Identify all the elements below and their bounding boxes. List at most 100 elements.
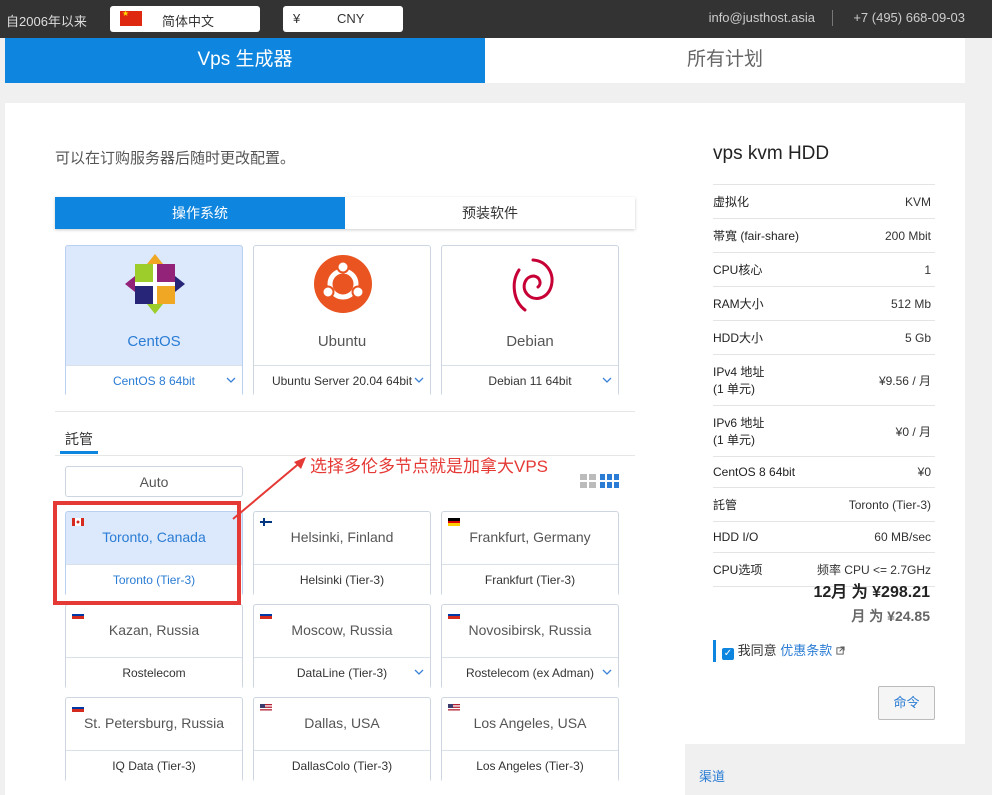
location-datacenter: IQ Data (Tier-3) [66, 750, 242, 782]
agree-label: 我同意 [737, 643, 777, 658]
russia-flag-icon [72, 611, 84, 619]
ubuntu-logo-icon [314, 255, 372, 313]
tab-os[interactable]: 操作系统 [55, 197, 345, 229]
config-panel: 可以在订购服务器后随时更改配置。 操作系统 预装软件 CentOS CentOS… [5, 103, 685, 795]
since-text: 自2006年以来 [6, 14, 87, 29]
germany-flag-icon [448, 518, 460, 526]
spec-key: CPU核心 [713, 263, 763, 277]
spec-row: HDD I/O 60 MB/sec [713, 522, 935, 553]
agree-checkbox[interactable]: ✓ [722, 648, 734, 660]
russia-flag-icon [72, 704, 84, 712]
spec-row: 虚拟化 KVM [713, 185, 935, 219]
spec-table: 虚拟化 KVM 帯寬 (fair-share) 200 Mbit CPU核心 1 RA… [713, 184, 935, 587]
auto-location-button[interactable]: Auto [65, 466, 243, 497]
spec-key: CentOS 8 64bit [713, 465, 796, 479]
os-name: CentOS [127, 333, 181, 350]
config-hint: 可以在订购服务器后随时更改配置。 [55, 150, 296, 167]
annotation-text: 选择多伦多节点就是加拿大VPS [310, 457, 549, 476]
os-version-select[interactable]: CentOS 8 64bit [66, 365, 242, 396]
currency-label: CNY [337, 11, 365, 26]
location-city: Dallas, USA [304, 715, 380, 731]
location-datacenter: DallasColo (Tier-3) [254, 750, 430, 782]
location-card-kazan[interactable]: Kazan, Russia Rostelecom [65, 604, 243, 689]
spec-value: 5 Gb [904, 330, 931, 345]
plan-title: vps kvm HDD [713, 143, 830, 164]
os-card-ubuntu[interactable]: Ubuntu Ubuntu Server 20.04 64bit [253, 245, 431, 396]
spec-key-line: (1 单元) [713, 382, 756, 396]
centos-logo-icon [125, 254, 185, 314]
os-version-select[interactable]: Ubuntu Server 20.04 64bit [254, 365, 430, 396]
top-bar: 自2006年以来 简体中文 ¥ CNY info@justhost.asia +… [0, 0, 992, 38]
russia-flag-icon [260, 611, 272, 619]
total-price: 12月 为 ¥298.21 [813, 584, 930, 601]
spec-value: 512 Mb [890, 296, 931, 311]
grid-view-icon[interactable] [580, 473, 620, 489]
location-card-novosibirsk[interactable]: Novosibirsk, Russia Rostelecom (ex Adman… [441, 604, 619, 689]
spec-row: 託管 Toronto (Tier-3) [713, 488, 935, 522]
tab-all-plans[interactable]: 所有计划 [485, 38, 965, 83]
os-name: Ubuntu [317, 333, 367, 350]
hosting-tab-underline [60, 451, 98, 454]
os-name: Debian [506, 333, 554, 350]
location-datacenter: Frankfurt (Tier-3) [442, 564, 618, 596]
os-version-label: Debian 11 64bit [488, 374, 572, 388]
location-city: Moscow, Russia [291, 622, 393, 638]
chevron-down-icon [414, 377, 424, 383]
spec-value: ¥0 / 月 [895, 424, 931, 439]
divider [832, 10, 833, 26]
location-datacenter: DataLine (Tier-3) [296, 666, 388, 680]
location-card-los-angeles[interactable]: Los Angeles, USA Los Angeles (Tier-3) [441, 697, 619, 782]
email-link[interactable]: info@justhost.asia [709, 10, 815, 25]
external-link-icon [836, 646, 845, 655]
location-card-helsinki[interactable]: Helsinki, Finland Helsinki (Tier-3) [253, 511, 431, 596]
location-card-frankfurt[interactable]: Frankfurt, Germany Frankfurt (Tier-3) [441, 511, 619, 596]
os-card-debian[interactable]: Debian Debian 11 64bit [441, 245, 619, 396]
location-city: St. Petersburg, Russia [83, 715, 225, 731]
os-version-label: CentOS 8 64bit [112, 374, 196, 388]
terms-agreement: ✓ 我同意 优惠条款 [713, 640, 845, 662]
hosting-tab[interactable]: 託管 [65, 429, 93, 449]
tab-software[interactable]: 预装软件 [345, 197, 635, 229]
os-version-select[interactable]: Debian 11 64bit [442, 365, 618, 396]
spec-row: IPv4 地址 (1 单元) ¥9.56 / 月 [713, 355, 935, 406]
annotation-arrow-icon [232, 457, 306, 520]
config-subtabs: 操作系统 预装软件 [55, 197, 635, 229]
currency-symbol: ¥ [293, 11, 301, 26]
debian-logo-icon [512, 258, 554, 312]
location-card-moscow[interactable]: Moscow, Russia DataLine (Tier-3) [253, 604, 431, 689]
annotation-highlight-box [53, 501, 241, 605]
spec-value: 200 Mbit [884, 228, 931, 243]
channel-link[interactable]: 渠道 [699, 766, 725, 785]
currency-select[interactable]: ¥ CNY [283, 6, 403, 32]
location-datacenter: Rostelecom (ex Adman) [465, 666, 595, 680]
os-card-centos[interactable]: CentOS CentOS 8 64bit [65, 245, 243, 396]
location-datacenter: Los Angeles (Tier-3) [442, 750, 618, 782]
location-city: Kazan, Russia [108, 622, 200, 638]
language-select[interactable]: 简体中文 [110, 6, 260, 32]
order-button[interactable]: 命令 [878, 686, 935, 720]
main-tabs: Vps 生成器 所有计划 [5, 38, 965, 83]
location-datacenter-select[interactable]: DataLine (Tier-3) [254, 657, 430, 689]
location-card-st-petersburg[interactable]: St. Petersburg, Russia IQ Data (Tier-3) [65, 697, 243, 782]
location-card-dallas[interactable]: Dallas, USA DallasColo (Tier-3) [253, 697, 431, 782]
spec-value: Toronto (Tier-3) [848, 497, 931, 512]
language-label: 简体中文 [162, 14, 215, 29]
spec-value: ¥9.56 / 月 [878, 373, 931, 388]
spec-key: HDD大小 [713, 331, 763, 345]
russia-flag-icon [448, 611, 460, 619]
location-datacenter-select[interactable]: Rostelecom (ex Adman) [442, 657, 618, 689]
location-city: Frankfurt, Germany [469, 529, 591, 545]
tab-vps-builder[interactable]: Vps 生成器 [5, 38, 485, 83]
spec-row: RAM大小 512 Mb [713, 287, 935, 321]
location-city: Los Angeles, USA [473, 715, 587, 731]
terms-link[interactable]: 优惠条款 [780, 643, 832, 658]
location-datacenter: Rostelecom [66, 657, 242, 689]
section-divider [55, 411, 635, 412]
location-city: Novosibirsk, Russia [468, 622, 592, 638]
spec-key-line: IPv6 地址 [713, 416, 765, 430]
phone-link[interactable]: +7 (495) 668-09-03 [853, 10, 965, 25]
spec-key-line: (1 单元) [713, 433, 756, 447]
spec-row: IPv6 地址 (1 单元) ¥0 / 月 [713, 406, 935, 457]
spec-value: 60 MB/sec [874, 530, 931, 544]
chevron-down-icon [226, 377, 236, 383]
